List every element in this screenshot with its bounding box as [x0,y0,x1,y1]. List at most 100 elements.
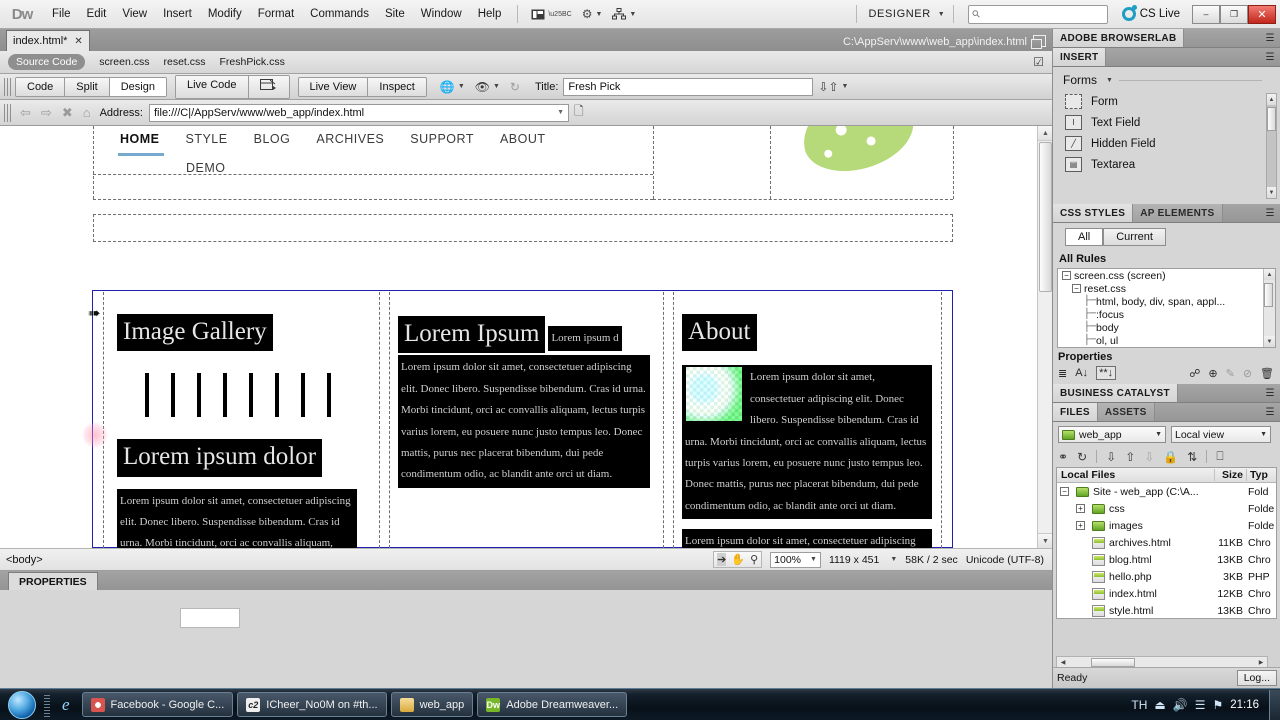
panel-menu-icon[interactable]: ☰ [1260,48,1280,66]
menu-edit[interactable]: Edit [79,4,115,24]
chevron-down-icon[interactable]: ▼ [557,109,564,116]
close-icon[interactable]: ✕ [74,36,82,47]
tab-properties[interactable]: PROPERTIES [8,572,98,590]
related-file-screen-css[interactable]: screen.css [99,56,149,68]
related-file-freshpick-css[interactable]: FreshPick.css [220,56,285,68]
edit-rule-icon[interactable]: ✎ [1226,367,1235,380]
disable-property-icon[interactable]: ⊘ [1243,367,1252,380]
related-file-reset-css[interactable]: reset.css [163,56,205,68]
browse-file-icon[interactable]: 🗋 [569,102,589,123]
file-list-row[interactable]: blog.html 13KB Chro [1057,551,1276,568]
magnifier-icon[interactable]: ⚲ [750,553,758,566]
category-view-icon[interactable]: ≣ [1058,367,1067,380]
column-type[interactable]: Typ [1246,469,1276,481]
panel-menu-icon[interactable]: ☰ [1260,384,1280,402]
globe-icon[interactable]: 🌐 ▼ [435,78,470,96]
minimize-button[interactable]: – [1192,4,1220,24]
home-icon[interactable]: ⌂ [78,105,96,120]
file-list-row[interactable]: + css Folde [1057,500,1276,517]
chevron-down-icon[interactable]: ▼ [938,11,945,18]
document-restore-icon[interactable] [1031,35,1046,49]
scroll-up-icon[interactable]: ▲ [1264,269,1275,280]
code-view-button[interactable]: Code [16,77,66,96]
canvas-vertical-scrollbar[interactable]: ▲ ▼ [1037,126,1052,548]
volume-icon[interactable]: 🔊 [1173,698,1188,712]
taskbar-item-facebook[interactable]: Facebook - Google C... [81,692,234,717]
collapse-icon[interactable]: − [1062,271,1071,280]
language-indicator[interactable]: TH [1131,698,1147,712]
get-files-icon[interactable]: ⇩ [1106,450,1116,464]
panel-menu-icon[interactable]: ☰ [1260,403,1280,421]
tab-business-catalyst[interactable]: BUSINESS CATALYST [1053,384,1178,402]
site-nav-support[interactable]: SUPPORT [410,132,474,146]
toolbar-grip[interactable] [4,77,11,96]
tab-ap-elements[interactable]: AP ELEMENTS [1133,204,1223,222]
column-local-files[interactable]: Local Files [1057,469,1214,481]
gear-icon[interactable]: ⚙ ▼ [577,5,608,23]
windows-start-orb[interactable] [0,690,44,720]
clock[interactable]: 21:16 [1230,699,1259,711]
file-list-row[interactable]: style.html 13KB Chro [1057,602,1276,618]
expand-icon[interactable]: ⎕ [1216,449,1223,464]
search-input[interactable]: ⚲ [967,4,1108,24]
insert-item-hidden-field[interactable]: ╱ Hidden Field [1053,133,1280,154]
new-rule-icon[interactable]: ⊕ [1208,367,1217,380]
stop-icon[interactable]: ✖ [57,105,78,121]
file-list-row[interactable]: − Site - web_app (C:\A... Fold [1057,483,1276,500]
design-view-canvas[interactable]: HOME STYLE BLOG ARCHIVES SUPPORT ABOUT D… [0,126,1052,548]
column-size[interactable]: Size [1214,469,1246,481]
tab-insert[interactable]: INSERT [1053,48,1107,66]
usb-eject-icon[interactable]: ⏏ [1154,698,1165,712]
addressbar-grip[interactable] [4,103,11,122]
scroll-thumb[interactable] [1267,107,1276,131]
set-properties-icon[interactable]: **↓ [1096,366,1117,380]
menu-commands[interactable]: Commands [302,4,377,24]
refresh-icon[interactable]: ↻ [1077,450,1087,464]
site-nav-blog[interactable]: BLOG [254,132,291,146]
menu-site[interactable]: Site [377,4,413,24]
menu-view[interactable]: View [114,4,155,24]
about-thumbnail-image[interactable] [686,367,742,422]
css-mode-current[interactable]: Current [1103,228,1166,246]
live-code-button[interactable]: Live Code [175,75,249,98]
taskbar-item-dreamweaver[interactable]: Dw Adobe Dreamweaver... [477,692,628,717]
menu-modify[interactable]: Modify [200,4,250,24]
css-rule-row[interactable]: ├─ ol, ul [1058,334,1275,347]
chevron-down-icon[interactable]: ▼ [890,556,897,563]
address-input[interactable]: file:///C|/AppServ/www/web_app/index.htm… [149,103,569,122]
check-in-icon[interactable]: 🔒 [1163,450,1178,464]
insert-item-textarea[interactable]: ▤ Textarea [1053,154,1280,175]
insert-item-text-field[interactable]: I Text Field [1053,112,1280,133]
site-nav-style[interactable]: STYLE [186,132,228,146]
scroll-thumb[interactable] [1091,657,1135,667]
live-view-button[interactable]: Live View [298,77,369,96]
site-nav-about[interactable]: ABOUT [500,132,546,146]
file-list-row[interactable]: archives.html 11KB Chro [1057,534,1276,551]
menu-help[interactable]: Help [470,4,510,24]
attach-stylesheet-icon[interactable]: ☍ [1189,367,1200,380]
tab-files[interactable]: FILES [1053,403,1098,421]
insert-panel-scrollbar[interactable]: ▲ ▼ [1266,93,1277,199]
expand-icon[interactable]: + [1076,504,1085,513]
connect-icon[interactable]: ⚭ [1058,450,1068,464]
layout-region-banner[interactable] [93,214,953,242]
tab-css-styles[interactable]: CSS STYLES [1053,204,1134,222]
panel-menu-icon[interactable]: ☰ [1260,204,1280,222]
restore-button[interactable]: ❐ [1220,4,1248,24]
site-nav-archives[interactable]: ARCHIVES [316,132,384,146]
scroll-up-icon[interactable]: ▲ [1267,94,1276,105]
site-nav-home[interactable]: HOME [120,132,160,146]
css-mode-all[interactable]: All [1065,228,1104,246]
list-view-icon[interactable]: A↓ [1075,367,1088,379]
menu-format[interactable]: Format [250,4,302,24]
file-list-row[interactable]: index.html 12KB Chro [1057,585,1276,602]
insert-item-form[interactable]: Form [1053,91,1280,112]
panel-menu-icon[interactable]: ☰ [1260,29,1280,47]
zoom-select[interactable]: 100% ▼ [770,551,821,568]
scroll-right-icon[interactable]: ▶ [1255,659,1267,666]
eye-icon[interactable]: 👁 ▼ [470,78,505,96]
file-list-row[interactable]: + images Folde [1057,517,1276,534]
site-nav-demo[interactable]: DEMO [186,161,226,175]
flag-icon[interactable]: ⚑ [1212,698,1223,712]
css-rule-row[interactable]: ├─:focus [1058,308,1275,321]
